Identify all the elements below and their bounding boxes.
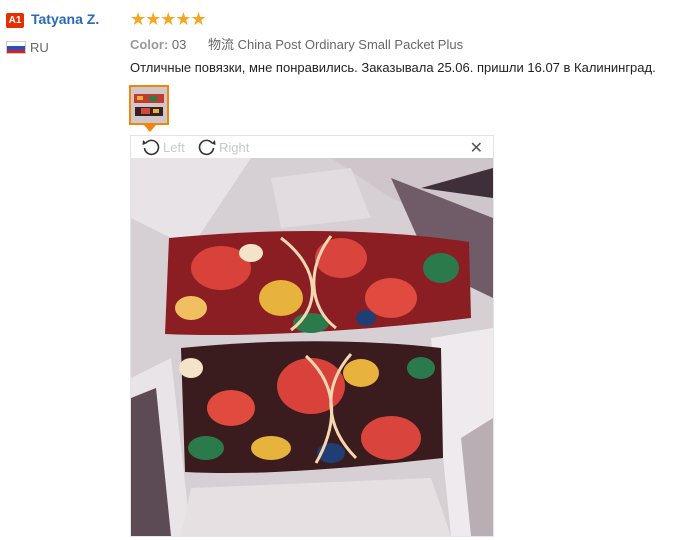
photo-viewer-toolbar: Left Right ✕	[131, 136, 493, 158]
rotate-left-label: Left	[163, 139, 185, 155]
rotate-right-icon	[198, 139, 216, 156]
rotate-left-icon	[142, 139, 160, 156]
rotate-right-button[interactable]: Right	[197, 136, 249, 158]
russia-flag-icon	[6, 41, 26, 54]
color-value: 03	[171, 37, 187, 52]
color-label: Color:	[130, 37, 169, 52]
rotate-right-label: Right	[219, 139, 250, 155]
review-text: Отличные повязки, мне понравились. Заказ…	[130, 60, 656, 75]
rotate-left-button[interactable]: Left	[141, 136, 185, 158]
rating-stars: ★★★★★	[130, 9, 207, 29]
review-photo	[131, 158, 493, 536]
shipping-icon: 物流	[208, 37, 235, 52]
review-meta: Color: 03 物流 China Post Ordinary Small P…	[130, 34, 463, 53]
review-photo-thumbnail[interactable]	[129, 85, 169, 125]
user-level-badge: A1	[6, 13, 24, 28]
thumbnail-selected-caret	[144, 125, 156, 132]
reviewer-country: RU	[30, 40, 49, 55]
photo-viewer: Left Right ✕	[130, 135, 494, 537]
reviewer-name-link[interactable]: Tatyana Z.	[31, 11, 99, 27]
shipping-method: China Post Ordinary Small Packet Plus	[237, 37, 464, 52]
close-icon[interactable]: ✕	[470, 138, 483, 158]
